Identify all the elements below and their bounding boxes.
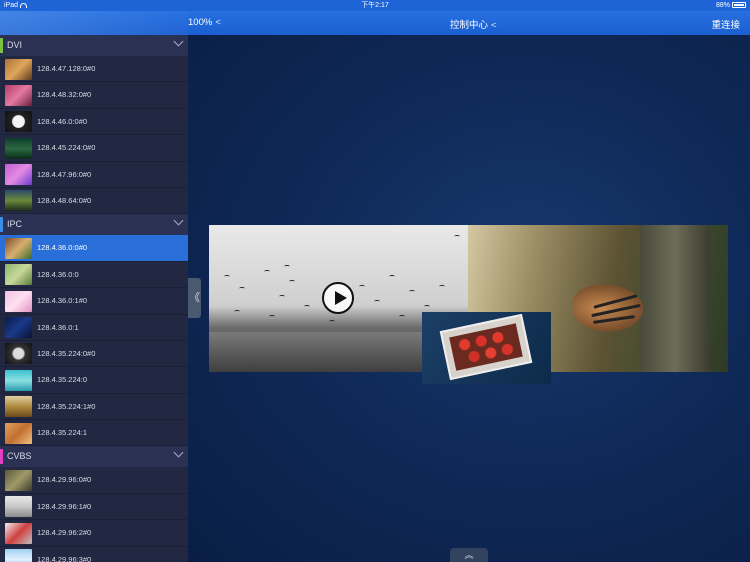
nav-bar: 100% < 控制中心 < 重连接 bbox=[0, 11, 750, 35]
source-thumbnail bbox=[5, 549, 32, 562]
source-thumbnail bbox=[5, 111, 32, 133]
chevron-down-icon[interactable] bbox=[173, 448, 184, 458]
chevron-down-icon[interactable] bbox=[173, 215, 184, 226]
source-thumbnail bbox=[5, 164, 32, 186]
source-list-item[interactable]: 128.4.36.0:0 bbox=[0, 262, 188, 289]
source-label: 128.4.47.96:0#0 bbox=[37, 169, 92, 179]
source-label: 128.4.46.0:0#0 bbox=[37, 116, 88, 126]
source-thumbnail bbox=[5, 343, 32, 365]
source-label: 128.4.35.224:0#0 bbox=[37, 348, 96, 358]
group-color-bar bbox=[0, 217, 3, 233]
source-thumbnail bbox=[5, 237, 32, 259]
source-list-item[interactable]: 128.4.36.0:1 bbox=[0, 315, 188, 341]
source-label: 128.4.48.32:0#0 bbox=[37, 90, 92, 100]
main-canvas[interactable]: 《 ︽ bbox=[188, 35, 750, 562]
source-label: 128.4.29.96:2#0 bbox=[37, 528, 92, 538]
battery-status: 88% bbox=[716, 0, 746, 11]
source-list-item[interactable]: 128.4.29.96:3#0 bbox=[0, 547, 188, 562]
source-list-item[interactable]: 128.4.35.224:0#0 bbox=[0, 341, 188, 368]
source-list-item[interactable]: 128.4.29.96:0#0 bbox=[0, 467, 188, 494]
source-list-item[interactable]: 128.4.47.96:0#0 bbox=[0, 162, 188, 188]
source-list-item[interactable]: 128.4.35.224:1 bbox=[0, 420, 188, 447]
chevron-left-icon: < bbox=[215, 17, 221, 28]
source-thumbnail bbox=[5, 290, 32, 312]
source-list-item[interactable]: 128.4.46.0:0#0 bbox=[0, 109, 188, 136]
source-list-item[interactable]: 128.4.45.224:0#0 bbox=[0, 135, 188, 162]
page-title[interactable]: 控制中心 < bbox=[450, 17, 497, 31]
source-label: 128.4.35.224:1#0 bbox=[37, 401, 96, 411]
group-label: DVI bbox=[7, 40, 23, 50]
nav-left-panel bbox=[0, 11, 188, 35]
source-label: 128.4.35.224:0 bbox=[37, 375, 88, 385]
source-list-item[interactable]: 128.4.35.224:1#0 bbox=[0, 394, 188, 421]
source-thumbnail bbox=[5, 522, 32, 544]
source-sidebar: DVI 128.4.47.128:0#0 128.4.48.32:0#0 128.4.… bbox=[0, 35, 188, 562]
battery-icon bbox=[732, 2, 746, 9]
source-thumbnail bbox=[5, 317, 32, 339]
group-header-dvi[interactable]: DVI bbox=[0, 35, 188, 56]
source-list-item[interactable]: 128.4.48.64:0#0 bbox=[0, 188, 188, 215]
source-label: 128.4.36.0:1 bbox=[37, 322, 79, 332]
reconnect-button[interactable]: 重连接 bbox=[711, 17, 740, 31]
group-color-bar bbox=[0, 38, 3, 53]
source-thumbnail bbox=[5, 496, 32, 518]
expand-panel-button[interactable]: ︽ bbox=[450, 548, 488, 562]
source-list-item[interactable]: 128.4.36.0:0#0 bbox=[0, 235, 188, 262]
source-thumbnail bbox=[5, 422, 32, 444]
group-label: CVBS bbox=[7, 451, 32, 462]
source-thumbnail bbox=[5, 84, 32, 106]
source-list-item[interactable]: 128.4.35.224:0 bbox=[0, 367, 188, 394]
source-label: 128.4.36.0:0 bbox=[37, 269, 79, 279]
strawberry-crate-image bbox=[439, 313, 533, 381]
zoom-selector[interactable]: 100% < bbox=[188, 17, 221, 28]
source-list-item[interactable]: 128.4.29.96:2#0 bbox=[0, 520, 188, 547]
chipmunk-image bbox=[563, 265, 673, 345]
source-label: 128.4.29.96:3#0 bbox=[37, 554, 92, 562]
source-label: 128.4.29.96:0#0 bbox=[37, 475, 92, 485]
source-thumbnail bbox=[5, 137, 32, 159]
group-color-bar bbox=[0, 449, 3, 465]
group-label: IPC bbox=[7, 219, 23, 230]
source-label: 128.4.36.0:1#0 bbox=[37, 296, 88, 306]
source-label: 128.4.47.128:0#0 bbox=[37, 64, 96, 73]
source-thumbnail bbox=[5, 469, 32, 491]
group-header-ipc[interactable]: IPC bbox=[0, 214, 188, 236]
source-list-item[interactable]: 128.4.36.0:1#0 bbox=[0, 288, 188, 315]
chevron-left-icon: < bbox=[491, 20, 497, 31]
source-thumbnail bbox=[5, 396, 32, 418]
source-thumbnail bbox=[5, 264, 32, 286]
clock: 下午2:17 bbox=[361, 2, 389, 9]
collapse-sidebar-button[interactable]: 《 bbox=[188, 278, 201, 318]
status-bar: iPad 下午2:17 88% bbox=[0, 0, 750, 11]
source-list-item[interactable]: 128.4.29.96:1#0 bbox=[0, 494, 188, 521]
source-label: 128.4.45.224:0#0 bbox=[37, 143, 96, 153]
source-list-item[interactable]: 128.4.48.32:0#0 bbox=[0, 82, 188, 109]
chevron-down-icon[interactable] bbox=[173, 36, 184, 47]
source-thumbnail bbox=[5, 369, 32, 391]
source-thumbnail bbox=[5, 190, 32, 212]
source-thumbnail bbox=[5, 58, 32, 80]
video-window-strawberries[interactable] bbox=[422, 312, 551, 384]
source-label: 128.4.36.0:0#0 bbox=[37, 243, 88, 253]
play-icon[interactable] bbox=[322, 282, 354, 314]
source-list-item[interactable]: 128.4.47.128:0#0 bbox=[0, 56, 188, 83]
group-header-cvbs[interactable]: CVBS bbox=[0, 446, 188, 468]
source-label: 128.4.48.64:0#0 bbox=[37, 195, 92, 205]
source-label: 128.4.29.96:1#0 bbox=[37, 501, 92, 511]
source-label: 128.4.35.224:1 bbox=[37, 428, 88, 438]
